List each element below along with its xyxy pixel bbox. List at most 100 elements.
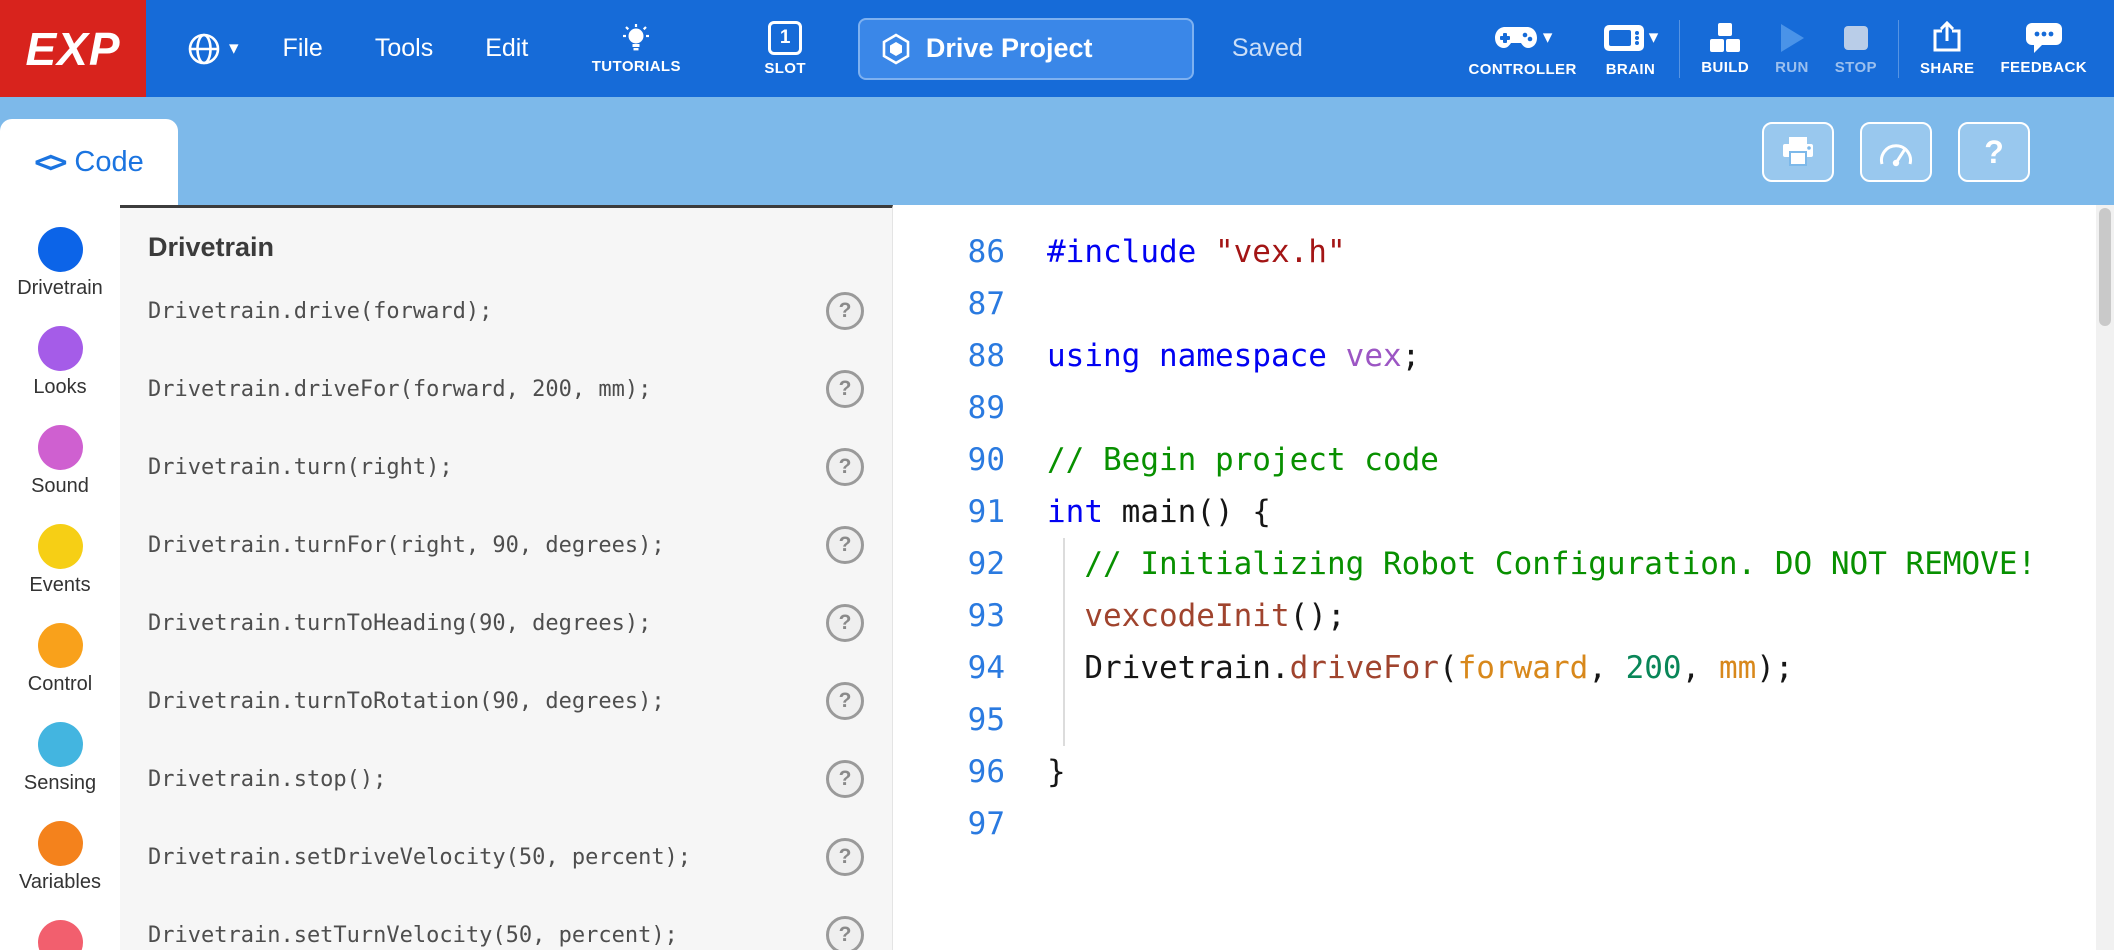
code-line: 94 Drivetrain.driveFor(forward, 200, mm)…	[893, 642, 2096, 694]
sidebar-category[interactable]: Control	[0, 623, 120, 722]
feedback-button[interactable]: FEEDBACK	[1987, 22, 2100, 76]
stop-button[interactable]: STOP	[1822, 22, 1890, 76]
command-row[interactable]: Drivetrain.turnToHeading(90, degrees); ?	[120, 584, 892, 662]
command-row[interactable]: Drivetrain.setTurnVelocity(50, percent);…	[120, 896, 892, 950]
command-text[interactable]: Drivetrain.driveFor(forward, 200, mm);	[148, 377, 651, 402]
command-text[interactable]: Drivetrain.setDriveVelocity(50, percent)…	[148, 845, 691, 870]
command-row[interactable]: Drivetrain.setDriveVelocity(50, percent)…	[120, 818, 892, 896]
menu-file[interactable]: File	[257, 34, 349, 63]
command-row[interactable]: Drivetrain.stop(); ?	[120, 740, 892, 818]
code-editor[interactable]: 86 #include "vex.h" 87 88 using namespac…	[893, 205, 2096, 950]
command-text[interactable]: Drivetrain.setTurnVelocity(50, percent);	[148, 923, 678, 948]
sidebar-category[interactable]: Sound	[0, 425, 120, 524]
build-button[interactable]: BUILD	[1688, 22, 1762, 76]
build-blocks-icon	[1707, 22, 1743, 54]
code-line: 88 using namespace vex;	[893, 330, 2096, 382]
sidebar-category[interactable]: Looks	[0, 326, 120, 425]
command-row[interactable]: Drivetrain.drive(forward); ?	[120, 272, 892, 350]
command-help-button[interactable]: ?	[826, 916, 864, 950]
code-brackets-icon: <>	[34, 145, 64, 180]
chevron-down-icon: ▾	[229, 39, 239, 58]
category-color-dot[interactable]	[38, 821, 83, 866]
line-content: // Begin project code	[1047, 442, 1439, 478]
category-label: Events	[29, 574, 90, 597]
command-row[interactable]: Drivetrain.turnToRotation(90, degrees); …	[120, 662, 892, 740]
code-tab-label: Code	[74, 146, 143, 179]
category-color-dot[interactable]	[38, 722, 83, 767]
command-help-button[interactable]: ?	[826, 838, 864, 876]
menu-tools[interactable]: Tools	[349, 34, 459, 63]
command-text[interactable]: Drivetrain.turn(right);	[148, 455, 453, 480]
tab-code[interactable]: <> Code	[0, 119, 178, 205]
category-color-dot[interactable]	[38, 326, 83, 371]
command-text[interactable]: Drivetrain.turnToHeading(90, degrees);	[148, 611, 651, 636]
sidebar-category[interactable]: Sensing	[0, 722, 120, 821]
line-content: #include "vex.h"	[1047, 234, 1346, 270]
category-color-dot[interactable]	[38, 524, 83, 569]
menu-edit[interactable]: Edit	[459, 34, 554, 63]
slot-button[interactable]: 1 SLOT	[764, 21, 806, 77]
scrollbar-thumb[interactable]	[2099, 208, 2111, 326]
run-button[interactable]: RUN	[1762, 22, 1822, 76]
command-help-button[interactable]: ?	[826, 760, 864, 798]
toolbar-right-group: ▾ CONTROLLER ▾ BRAIN BUILD	[1456, 20, 2100, 78]
command-text[interactable]: Drivetrain.turnToRotation(90, degrees);	[148, 689, 665, 714]
editor-scrollbar[interactable]	[2096, 205, 2114, 950]
command-text[interactable]: Drivetrain.stop();	[148, 767, 386, 792]
code-line: 86 #include "vex.h"	[893, 226, 2096, 278]
command-help-button[interactable]: ?	[826, 370, 864, 408]
category-label: Control	[28, 673, 92, 696]
code-line: 96 }	[893, 746, 2096, 798]
line-number: 89	[893, 390, 1005, 426]
brain-button[interactable]: ▾ BRAIN	[1590, 20, 1672, 78]
command-group-title: Drivetrain	[120, 232, 892, 272]
monitor-button[interactable]	[1860, 122, 1932, 182]
save-status: Saved	[1232, 34, 1303, 63]
category-color-dot[interactable]	[38, 920, 83, 950]
code-line: 93 vexcodeInit();	[893, 590, 2096, 642]
sidebar-category[interactable]: Events	[0, 524, 120, 623]
share-button[interactable]: SHARE	[1907, 21, 1988, 77]
command-help-button[interactable]: ?	[826, 682, 864, 720]
editor-lines: 86 #include "vex.h" 87 88 using namespac…	[893, 226, 2096, 850]
line-number: 94	[893, 650, 1005, 686]
exp-logo-text: EXP	[25, 22, 120, 76]
command-text[interactable]: Drivetrain.turnFor(right, 90, degrees);	[148, 533, 665, 558]
command-help-button[interactable]: ?	[826, 604, 864, 642]
help-button[interactable]: ?	[1958, 122, 2030, 182]
controller-button[interactable]: ▾ CONTROLLER	[1456, 20, 1590, 78]
line-content: vexcodeInit();	[1047, 598, 1346, 634]
line-number: 97	[893, 806, 1005, 842]
command-row[interactable]: Drivetrain.turnFor(right, 90, degrees); …	[120, 506, 892, 584]
category-label: Variables	[19, 871, 101, 894]
line-content: using namespace vex;	[1047, 338, 1420, 374]
toolbar-divider	[1679, 20, 1680, 78]
command-text[interactable]: Drivetrain.drive(forward);	[148, 299, 492, 324]
stop-icon	[1842, 22, 1870, 54]
share-icon	[1930, 21, 1964, 55]
tutorials-button[interactable]: TUTORIALS	[584, 23, 688, 75]
brain-icon	[1603, 23, 1645, 53]
command-help-button[interactable]: ?	[826, 526, 864, 564]
sidebar-category[interactable]: Variables	[0, 821, 120, 920]
print-button[interactable]	[1762, 122, 1834, 182]
line-content: int main() {	[1047, 494, 1271, 530]
gauge-icon	[1877, 136, 1915, 168]
command-help-button[interactable]: ?	[826, 448, 864, 486]
category-color-dot[interactable]	[38, 623, 83, 668]
sidebar-category[interactable]	[0, 920, 120, 950]
command-row[interactable]: Drivetrain.turn(right); ?	[120, 428, 892, 506]
command-help-button[interactable]: ?	[826, 292, 864, 330]
play-icon	[1778, 22, 1806, 54]
language-menu-button[interactable]: ▾	[186, 31, 239, 67]
category-color-dot[interactable]	[38, 425, 83, 470]
globe-icon	[186, 31, 222, 67]
project-name-button[interactable]: Drive Project	[858, 18, 1194, 80]
line-number: 90	[893, 442, 1005, 478]
category-color-dot[interactable]	[38, 227, 83, 272]
code-line: 89	[893, 382, 2096, 434]
indent-guide	[1063, 538, 1065, 746]
line-number: 95	[893, 702, 1005, 738]
command-row[interactable]: Drivetrain.driveFor(forward, 200, mm); ?	[120, 350, 892, 428]
sidebar-category[interactable]: Drivetrain	[0, 227, 120, 326]
